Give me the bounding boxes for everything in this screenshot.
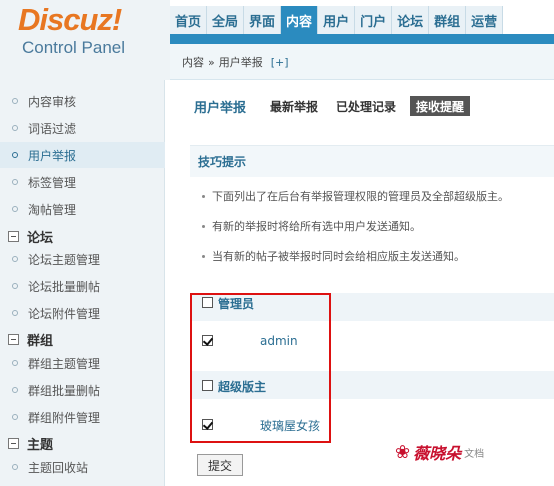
sidebar-group-label: 群组 bbox=[27, 333, 54, 349]
sidebar-item-group-attachments[interactable]: 群组附件管理 bbox=[0, 404, 165, 430]
flower-icon: ❀ bbox=[395, 441, 411, 463]
tab-receive-notifications[interactable]: 接收提醒 bbox=[410, 96, 471, 116]
tip-item: 当有新的帖子被举报时同时会给相应版主发送通知。 bbox=[190, 241, 554, 271]
sidebar: 内容审核 词语过滤 用户举报 标签管理 淘帖管理 论坛 论坛主题管理 论坛批量删… bbox=[0, 80, 165, 486]
sidebar-group-label: 论坛 bbox=[27, 230, 54, 246]
bullet-icon bbox=[12, 464, 18, 470]
tab-bar: 用户举报 最新举报 已处理记录 接收提醒 bbox=[190, 96, 471, 116]
nav-operation[interactable]: 运营 bbox=[466, 6, 504, 34]
sidebar-item-label: 论坛附件管理 bbox=[28, 306, 101, 321]
sidebar-item-forum-attachments[interactable]: 论坛附件管理 bbox=[0, 300, 165, 326]
sidebar-item-label: 词语过滤 bbox=[28, 121, 77, 136]
bullet-icon bbox=[12, 206, 18, 212]
sidebar-item-forum-batch-delete[interactable]: 论坛批量删帖 bbox=[0, 273, 165, 299]
collapse-icon[interactable] bbox=[8, 333, 19, 345]
sidebar-item-group-threads[interactable]: 群组主题管理 bbox=[0, 350, 165, 376]
bullet-icon bbox=[12, 310, 18, 316]
logo-brand: Discuz! bbox=[18, 2, 122, 37]
nav-underbar bbox=[170, 34, 554, 44]
bullet-icon bbox=[12, 152, 18, 158]
tips-title: 技巧提示 bbox=[190, 145, 554, 177]
sidebar-item-label: 论坛批量删帖 bbox=[28, 279, 101, 294]
bullet-icon bbox=[12, 414, 18, 420]
watermark-suffix: 文档 bbox=[464, 448, 485, 460]
sidebar-item-tag-manage[interactable]: 标签管理 bbox=[0, 169, 165, 195]
sidebar-item-group-batch-delete[interactable]: 群组批量删帖 bbox=[0, 377, 165, 403]
tab-latest-reports[interactable]: 最新举报 bbox=[266, 96, 322, 116]
bullet-icon bbox=[12, 387, 18, 393]
nav-forum[interactable]: 论坛 bbox=[392, 6, 430, 34]
nav-group[interactable]: 群组 bbox=[429, 6, 467, 34]
sidebar-item-forum-threads[interactable]: 论坛主题管理 bbox=[0, 246, 165, 272]
bullet-icon bbox=[12, 360, 18, 366]
sidebar-item-label: 论坛主题管理 bbox=[28, 252, 101, 267]
tip-text: 有新的举报时将给所有选中用户发送通知。 bbox=[212, 220, 421, 233]
sidebar-item-content-review[interactable]: 内容审核 bbox=[0, 88, 165, 114]
top-nav: 首页 全局 界面 内容 用户 门户 论坛 群组 运营 bbox=[170, 6, 504, 34]
sidebar-item-label: 群组批量删帖 bbox=[28, 383, 101, 398]
sidebar-item-recycle-bin[interactable]: 主题回收站 bbox=[0, 454, 165, 480]
control-panel-window: { "logo": {"brand": "Discuz!", "subtitle… bbox=[0, 0, 554, 486]
tab-processed-records[interactable]: 已处理记录 bbox=[332, 96, 400, 116]
breadcrumb: 内容 » 用户举报 [+] bbox=[182, 54, 289, 70]
submit-button[interactable]: 提交 bbox=[197, 454, 243, 476]
sidebar-group-group[interactable]: 群组 bbox=[0, 328, 165, 350]
breadcrumb-separator: » bbox=[208, 55, 215, 69]
bullet-icon bbox=[12, 98, 18, 104]
watermark-brand: 薇晓朵 bbox=[413, 444, 462, 463]
bullet-icon bbox=[12, 283, 18, 289]
tips-list: 下面列出了在后台有举报管理权限的管理员及全部超级版主。 有新的举报时将给所有选中… bbox=[190, 181, 554, 271]
tip-item: 有新的举报时将给所有选中用户发送通知。 bbox=[190, 211, 554, 241]
sidebar-item-user-report[interactable]: 用户举报 bbox=[0, 142, 165, 168]
nav-home[interactable]: 首页 bbox=[170, 6, 208, 34]
sidebar-group-label: 主题 bbox=[27, 437, 54, 453]
breadcrumb-page: 用户举报 bbox=[218, 56, 263, 69]
logo-subtitle: Control Panel bbox=[22, 38, 126, 57]
nav-user[interactable]: 用户 bbox=[318, 6, 356, 34]
nav-portal[interactable]: 门户 bbox=[355, 6, 393, 34]
sidebar-item-label: 群组主题管理 bbox=[28, 356, 101, 371]
sidebar-item-collection-manage[interactable]: 淘帖管理 bbox=[0, 196, 165, 222]
bullet-icon bbox=[12, 125, 18, 131]
collapse-icon[interactable] bbox=[8, 437, 19, 449]
breadcrumb-section[interactable]: 内容 bbox=[182, 54, 204, 70]
page-title: 用户举报 bbox=[194, 100, 247, 116]
sidebar-item-label: 群组附件管理 bbox=[28, 410, 101, 425]
sidebar-item-label: 淘帖管理 bbox=[28, 202, 77, 217]
sidebar-item-label: 用户举报 bbox=[28, 148, 77, 163]
watermark: ❀ 薇晓朵 文档 bbox=[395, 440, 484, 464]
highlight-box bbox=[190, 293, 331, 443]
sidebar-item-label: 内容审核 bbox=[28, 94, 77, 109]
nav-content[interactable]: 内容 bbox=[281, 6, 319, 34]
nav-global[interactable]: 全局 bbox=[207, 6, 245, 34]
nav-interface[interactable]: 界面 bbox=[244, 6, 282, 34]
breadcrumb-bar: 内容 » 用户举报 [+] bbox=[170, 44, 554, 80]
tip-item: 下面列出了在后台有举报管理权限的管理员及全部超级版主。 bbox=[190, 181, 554, 211]
sidebar-item-label: 主题回收站 bbox=[28, 460, 89, 475]
add-shortcut-button[interactable]: [+] bbox=[271, 56, 289, 69]
sidebar-item-word-filter[interactable]: 词语过滤 bbox=[0, 115, 165, 141]
bullet-icon bbox=[12, 256, 18, 262]
bullet-icon bbox=[12, 179, 18, 185]
sidebar-group-thread[interactable]: 主题 bbox=[0, 432, 165, 454]
tip-text: 当有新的帖子被举报时同时会给相应版主发送通知。 bbox=[212, 250, 465, 263]
tip-text: 下面列出了在后台有举报管理权限的管理员及全部超级版主。 bbox=[212, 190, 509, 203]
logo: Discuz! Control Panel bbox=[0, 0, 170, 80]
sidebar-item-label: 标签管理 bbox=[28, 175, 77, 190]
collapse-icon[interactable] bbox=[8, 230, 19, 242]
sidebar-group-forum[interactable]: 论坛 bbox=[0, 225, 165, 247]
